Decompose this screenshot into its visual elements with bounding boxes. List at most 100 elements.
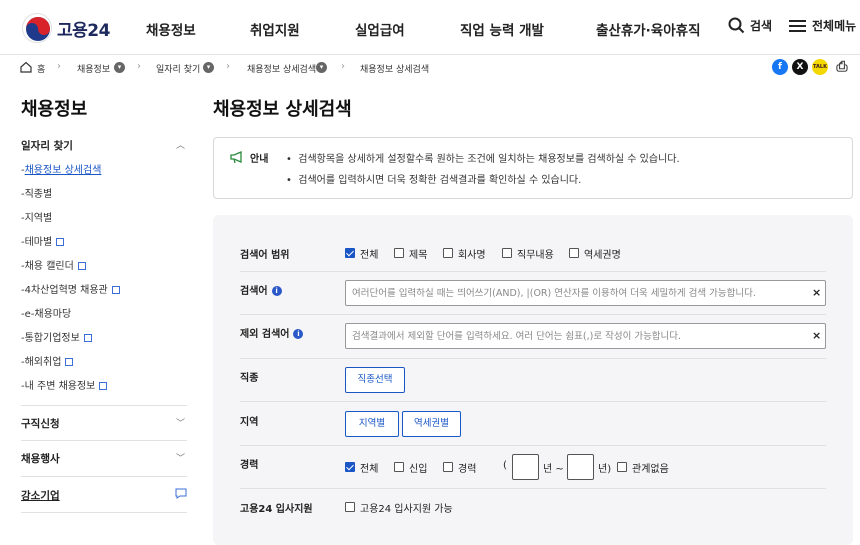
region-label: 지역 [240, 417, 259, 428]
chevron-down-icon[interactable]: ▾ [316, 62, 327, 73]
chevron-down-icon[interactable]: ﹀ [176, 416, 185, 429]
apply-support-label: 고용24 입사지원 [240, 504, 313, 515]
info-icon[interactable]: i [271, 286, 282, 296]
scope-label: 검색어 범위 [240, 250, 290, 261]
all-menu-label: 전체메뉴 [812, 19, 857, 33]
divider [240, 271, 826, 272]
notice-box: 안내 • 검색항목을 상세하게 설정할수록 원하는 조건에 일치하는 채용정보를… [213, 137, 853, 199]
divider [240, 445, 826, 446]
occupation-select-button[interactable]: 직종선택 [345, 367, 405, 393]
sidebar-item-company-info[interactable]: -통합기업정보 [21, 329, 92, 344]
search-label: 검색 [750, 19, 773, 33]
scope-station-label[interactable]: 역세권명 [584, 246, 621, 261]
sidebar-item-e-recruit[interactable]: -e-채용마당 [21, 305, 71, 320]
breadcrumb-item[interactable]: 채용정보 상세검색 [247, 62, 316, 75]
info-icon[interactable]: i [293, 329, 304, 339]
chevron-down-icon[interactable]: ﹀ [176, 451, 185, 464]
notice-line: • 검색어를 입력하시면 더욱 정확한 검색결과를 확인하실 수 있습니다. [286, 175, 582, 186]
external-link-icon [111, 286, 120, 294]
divider [21, 476, 187, 477]
sidebar-section-job-search[interactable]: 일자리 찾기 [21, 138, 73, 153]
career-experienced-label[interactable]: 경력 [458, 460, 476, 475]
scope-all-checkbox[interactable] [345, 248, 355, 258]
sidebar-section-events[interactable]: 채용행사 [21, 451, 60, 466]
breadcrumb-item[interactable]: 채용정보 [77, 62, 110, 75]
sidebar-item-by-region[interactable]: -지역별 [21, 209, 52, 224]
breadcrumb-item[interactable]: 일자리 찾기 [156, 62, 200, 75]
nav-parental-leave[interactable]: 출산휴가·육아휴직 [596, 19, 701, 39]
site-logo[interactable]: 고용24 [22, 13, 110, 43]
chevron-up-icon[interactable]: ︿ [176, 138, 185, 151]
print-icon[interactable]: ⎙ [834, 59, 850, 75]
career-irrelevant-label[interactable]: 관계없음 [632, 460, 669, 475]
kakao-share-icon[interactable]: TALK [812, 59, 828, 75]
clear-keyword-icon[interactable]: × [812, 286, 821, 299]
career-all-label[interactable]: 전체 [360, 460, 378, 475]
megaphone-icon [230, 151, 242, 164]
logo-text: 고용24 [57, 20, 110, 41]
external-link-icon [77, 262, 86, 270]
sidebar-item-by-occupation[interactable]: -직종별 [21, 185, 52, 200]
all-menu-button[interactable]: 전체메뉴 [789, 17, 856, 34]
scope-station-checkbox[interactable] [569, 248, 579, 258]
sidebar-item-calendar[interactable]: -채용 캘린더 [21, 257, 86, 272]
scope-all-label[interactable]: 전체 [360, 246, 378, 261]
notice-line: • 검색항목을 상세하게 설정할수록 원하는 조건에 일치하는 채용정보를 검색… [286, 154, 680, 165]
nav-skill-development[interactable]: 직업 능력 개발 [460, 19, 544, 39]
career-experienced-checkbox[interactable] [443, 462, 453, 472]
scope-company-label[interactable]: 회사명 [458, 246, 486, 261]
station-select-button[interactable]: 역세권별 [402, 411, 461, 437]
nav-unemployment-benefit[interactable]: 실업급여 [355, 19, 405, 39]
external-link-icon [83, 334, 92, 342]
scope-title-checkbox[interactable] [394, 248, 404, 258]
breadcrumb-home[interactable]: 홈 [37, 62, 45, 75]
career-new-label[interactable]: 신입 [409, 460, 427, 475]
sidebar-item-overseas[interactable]: -해외취업 [21, 353, 74, 368]
nav-employment-support[interactable]: 취업지원 [250, 19, 300, 39]
notice-label: 안내 [250, 154, 269, 165]
apply-support-checkbox[interactable] [345, 502, 355, 512]
sidebar-section-job-application[interactable]: 구직신청 [21, 416, 60, 431]
x-share-icon[interactable]: X [792, 59, 808, 75]
chevron-down-icon[interactable]: ▾ [114, 62, 125, 73]
chevron-down-icon[interactable]: ▾ [203, 62, 214, 73]
chevron-right-icon: › [137, 61, 141, 72]
sidebar-item-4th-industry[interactable]: -4차산업혁명 채용관 [21, 281, 120, 296]
sidebar-item-nearby[interactable]: -내 주변 채용정보 [21, 377, 108, 392]
career-new-checkbox[interactable] [394, 462, 404, 472]
divider [240, 314, 826, 315]
breadcrumb-current: 채용정보 상세검색 [360, 65, 430, 75]
exclude-keyword-input[interactable] [345, 323, 826, 349]
career-year-end: 년) [598, 464, 612, 475]
career-label: 경력 [240, 460, 259, 471]
scope-duty-label[interactable]: 직무내용 [517, 246, 554, 261]
sidebar-section-small-giants[interactable]: 강소기업 [21, 488, 60, 503]
keyword-label: 검색어 i [240, 282, 282, 297]
chevron-right-icon: › [226, 61, 230, 72]
chevron-right-icon: › [341, 61, 345, 72]
career-max-years-input[interactable] [567, 454, 594, 480]
keyword-input[interactable] [345, 280, 826, 306]
region-select-button[interactable]: 지역별 [345, 411, 399, 437]
divider [21, 440, 187, 441]
site-header: 고용24 채용정보 취업지원 실업급여 직업 능력 개발 출산휴가·육아휴직 검… [0, 0, 860, 55]
sidebar-item-by-theme[interactable]: -테마별 [21, 233, 65, 248]
divider [21, 512, 187, 513]
nav-recruit-info[interactable]: 채용정보 [146, 19, 196, 39]
career-all-checkbox[interactable] [345, 462, 355, 472]
sidebar-item-detail-search[interactable]: -채용정보 상세검색 [21, 161, 101, 176]
scope-company-checkbox[interactable] [443, 248, 453, 258]
career-irrelevant-checkbox[interactable] [617, 462, 627, 472]
external-link-icon [99, 382, 108, 390]
facebook-share-icon[interactable]: f [772, 59, 788, 75]
external-link-icon [56, 238, 65, 246]
scope-duty-checkbox[interactable] [502, 248, 512, 258]
career-min-years-input[interactable] [512, 454, 539, 480]
apply-support-option-label[interactable]: 고용24 입사지원 가능 [360, 500, 453, 515]
divider [240, 358, 826, 359]
link-out-icon[interactable] [175, 488, 187, 499]
search-button[interactable]: 검색 [728, 17, 772, 34]
home-icon[interactable] [20, 61, 32, 73]
scope-title-label[interactable]: 제목 [409, 246, 427, 261]
clear-exclude-icon[interactable]: × [812, 329, 821, 342]
